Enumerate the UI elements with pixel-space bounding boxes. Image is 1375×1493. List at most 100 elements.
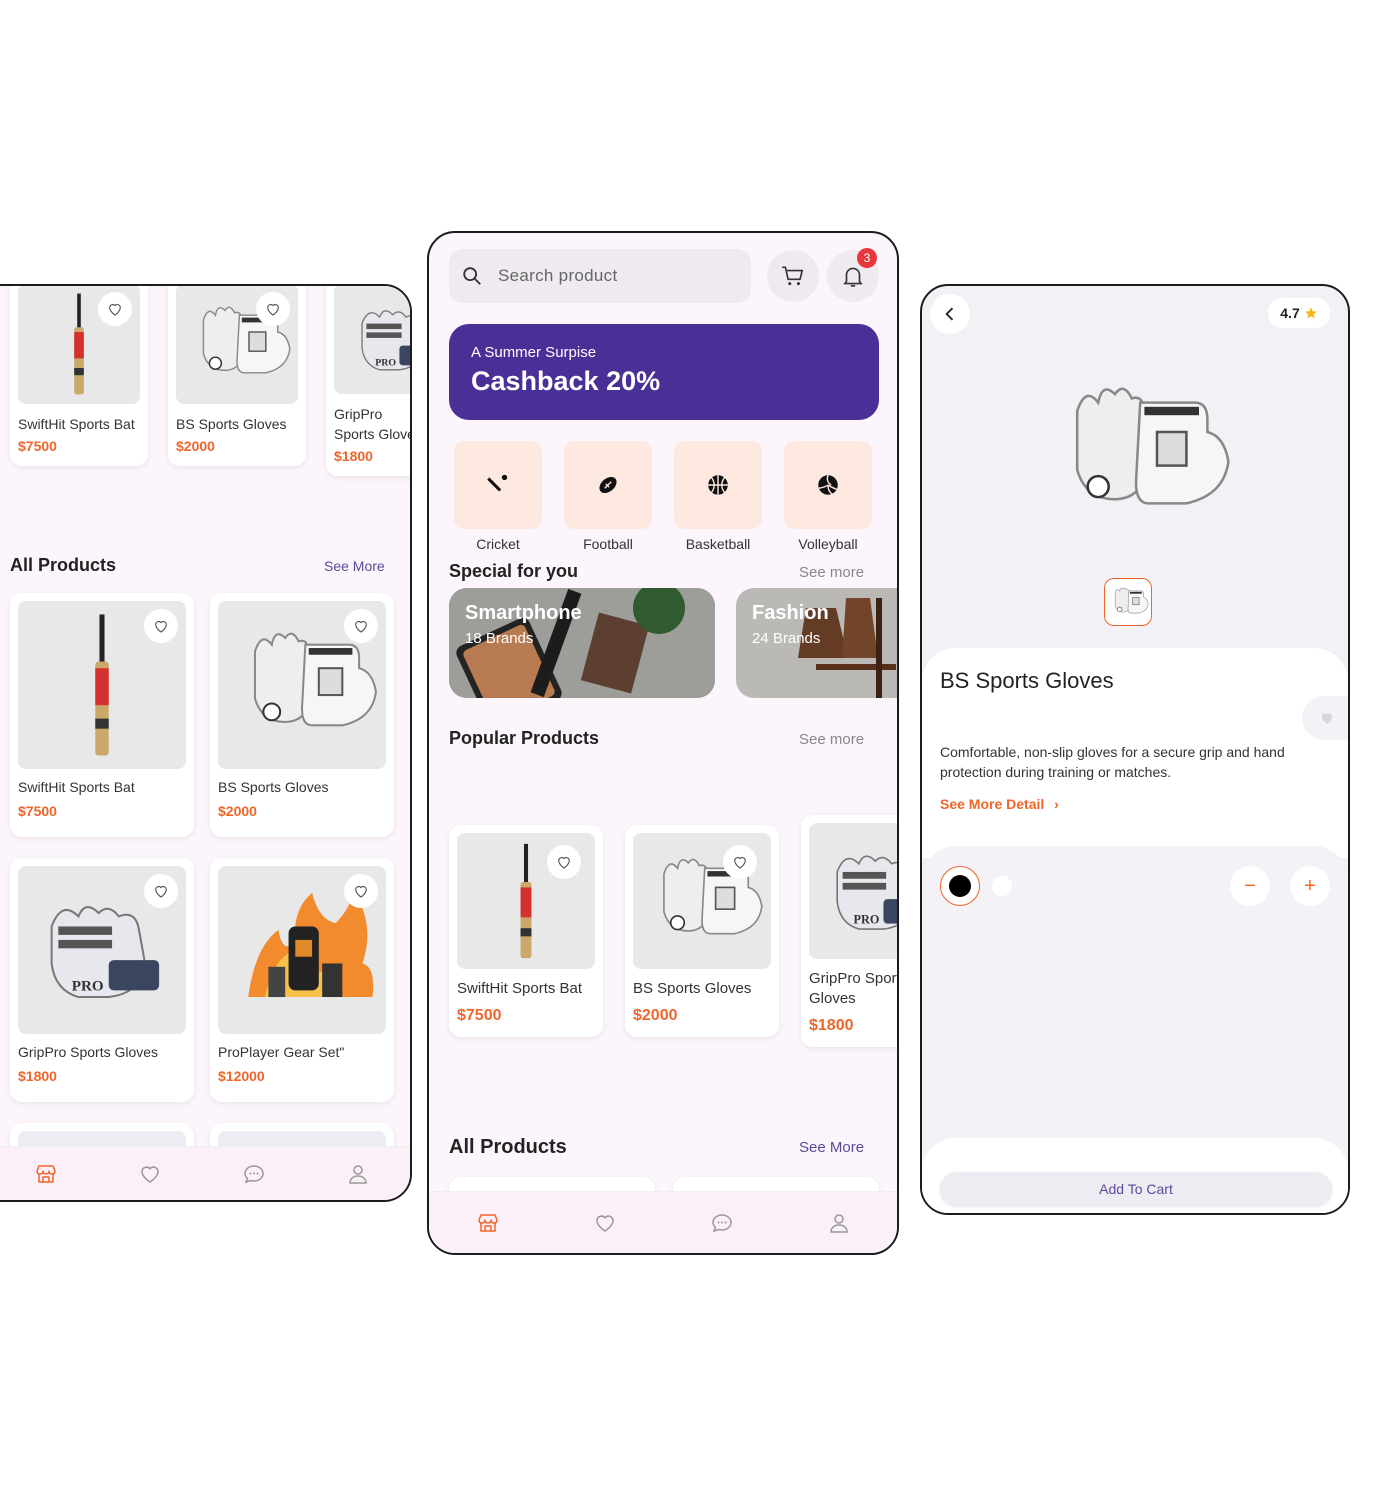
search-bar[interactable]: Search product bbox=[449, 249, 751, 303]
product-card[interactable]: BS Sports Gloves $2000 bbox=[168, 286, 306, 466]
bottom-nav bbox=[429, 1191, 897, 1253]
category-cricket[interactable]: Cricket bbox=[453, 441, 543, 552]
product-name: SwiftHit Sports Bat bbox=[18, 779, 135, 795]
product-name: GripPro Sports Gloves bbox=[334, 406, 410, 442]
search-input[interactable]: Search product bbox=[498, 266, 618, 286]
favorite-button[interactable] bbox=[1302, 696, 1348, 740]
banner-title: Cashback 20% bbox=[471, 366, 661, 396]
product-name: BS Sports Gloves bbox=[633, 980, 752, 997]
see-more-link[interactable]: See more bbox=[799, 731, 864, 748]
add-to-cart-button[interactable]: Add To Cart bbox=[940, 1172, 1332, 1206]
category-label: Volleyball bbox=[798, 536, 858, 552]
product-card[interactable]: SwiftHit Sports Bat $7500 bbox=[10, 286, 148, 466]
see-more-detail-label: See More Detail bbox=[940, 796, 1045, 812]
image-thumbnail[interactable] bbox=[1104, 578, 1152, 626]
heart-icon[interactable] bbox=[136, 1160, 164, 1188]
product-card[interactable]: SwiftHit Sports Bat $7500 bbox=[449, 825, 603, 1037]
product-name: SwiftHit Sports Bat bbox=[457, 980, 583, 997]
favorite-button[interactable] bbox=[723, 845, 757, 879]
product-card[interactable]: GripPro Sports Gloves $1800 bbox=[801, 815, 899, 1047]
user-icon[interactable] bbox=[344, 1160, 372, 1188]
promo-banner[interactable]: A Summer Surpise Cashback 20% bbox=[449, 324, 879, 420]
color-swatch-black[interactable] bbox=[940, 866, 980, 906]
product-price: $7500 bbox=[457, 1007, 502, 1024]
notification-badge: 3 bbox=[857, 248, 877, 268]
heart-icon bbox=[106, 300, 124, 318]
product-name: GripPro Sports Gloves bbox=[18, 1044, 159, 1060]
cart-icon bbox=[782, 266, 804, 286]
product-price: $1800 bbox=[18, 1068, 57, 1084]
see-more-link[interactable]: See More bbox=[799, 1139, 864, 1156]
product-price: $7500 bbox=[18, 803, 57, 819]
chat-icon[interactable] bbox=[240, 1160, 268, 1188]
favorite-button[interactable] bbox=[144, 874, 178, 908]
volleyball-icon bbox=[818, 475, 838, 495]
favorite-button[interactable] bbox=[344, 874, 378, 908]
product-price: $12000 bbox=[218, 1068, 265, 1084]
football-icon bbox=[599, 476, 617, 494]
product-card[interactable]: BS Sports Gloves $2000 bbox=[210, 593, 394, 837]
category-label: Football bbox=[583, 536, 633, 552]
product-card[interactable]: BS Sports Gloves $2000 bbox=[625, 825, 779, 1037]
favorite-button[interactable] bbox=[144, 609, 178, 643]
product-price: $2000 bbox=[176, 438, 215, 454]
heart-icon[interactable] bbox=[591, 1209, 619, 1237]
heart-icon bbox=[352, 617, 370, 635]
heart-icon bbox=[352, 882, 370, 900]
favorite-button[interactable] bbox=[547, 845, 581, 879]
category-volleyball[interactable]: Volleyball bbox=[783, 441, 873, 552]
category-label: Basketball bbox=[685, 536, 751, 552]
section-title: Special for you bbox=[449, 561, 579, 581]
banner-subtitle: A Summer Surpise bbox=[471, 344, 597, 361]
product-card[interactable]: ProPlayer Gear Set" $12000 bbox=[210, 858, 394, 1102]
store-icon[interactable] bbox=[32, 1160, 60, 1188]
heart-icon bbox=[555, 853, 573, 871]
category-label: Cricket bbox=[476, 536, 520, 552]
section-title: All Products bbox=[10, 555, 117, 575]
special-card-fashion[interactable]: Fashion 24 Brands bbox=[736, 588, 897, 698]
special-subtitle: 18 Brands bbox=[465, 630, 534, 647]
see-more-link[interactable]: See More bbox=[324, 558, 385, 574]
heart-icon bbox=[731, 853, 749, 871]
product-card[interactable]: GripPro Sports Gloves $1800 bbox=[10, 858, 194, 1102]
product-list-screen: SwiftHit Sports Bat $7500 BS Sports Glov… bbox=[0, 284, 412, 1202]
product-price: $1800 bbox=[809, 1017, 854, 1034]
color-swatch-white[interactable] bbox=[992, 876, 1012, 896]
product-name: BS Sports Gloves bbox=[176, 416, 287, 432]
section-title: Popular Products bbox=[449, 728, 600, 748]
quantity-increase-button[interactable]: + bbox=[1290, 866, 1330, 906]
special-subtitle: 24 Brands bbox=[752, 630, 821, 647]
product-price: $2000 bbox=[218, 803, 257, 819]
store-icon[interactable] bbox=[474, 1209, 502, 1237]
product-title: BS Sports Gloves bbox=[940, 668, 1114, 693]
chat-icon[interactable] bbox=[708, 1209, 736, 1237]
see-more-detail-link[interactable]: See More Detail › bbox=[940, 796, 1059, 812]
product-price: $7500 bbox=[18, 438, 57, 454]
quantity-decrease-button[interactable]: − bbox=[1230, 866, 1270, 906]
favorite-button[interactable] bbox=[344, 609, 378, 643]
chevron-right-icon: › bbox=[1054, 796, 1059, 812]
product-price: $1800 bbox=[334, 448, 373, 464]
product-name: ProPlayer Gear Set" bbox=[218, 1044, 345, 1060]
bottom-nav bbox=[0, 1146, 410, 1200]
favorite-button[interactable] bbox=[256, 292, 290, 326]
product-name: BS Sports Gloves bbox=[218, 779, 329, 795]
heart-icon bbox=[152, 617, 170, 635]
category-basketball[interactable]: Basketball bbox=[673, 441, 763, 552]
product-detail-screen: 4.7 BS Sports Gloves Comfortable, non-sl… bbox=[920, 284, 1350, 1215]
cart-button[interactable] bbox=[767, 250, 819, 302]
heart-icon bbox=[1321, 713, 1333, 724]
user-icon[interactable] bbox=[825, 1209, 853, 1237]
product-price: $2000 bbox=[633, 1007, 678, 1024]
back-button[interactable] bbox=[930, 294, 970, 334]
product-card[interactable]: SwiftHit Sports Bat $7500 bbox=[10, 593, 194, 837]
product-name: GripPro Sports Gloves bbox=[809, 970, 899, 1007]
favorite-button[interactable] bbox=[98, 292, 132, 326]
cricket-icon bbox=[487, 474, 508, 492]
rating-badge: 4.7 bbox=[1268, 298, 1330, 328]
chevron-left-icon bbox=[945, 307, 954, 321]
special-card-smartphone[interactable]: Smartphone 18 Brands bbox=[449, 588, 715, 698]
category-football[interactable]: Football bbox=[563, 441, 653, 552]
product-card[interactable]: GripPro Sports Gloves $1800 bbox=[326, 286, 410, 476]
see-more-link[interactable]: See more bbox=[799, 564, 864, 581]
